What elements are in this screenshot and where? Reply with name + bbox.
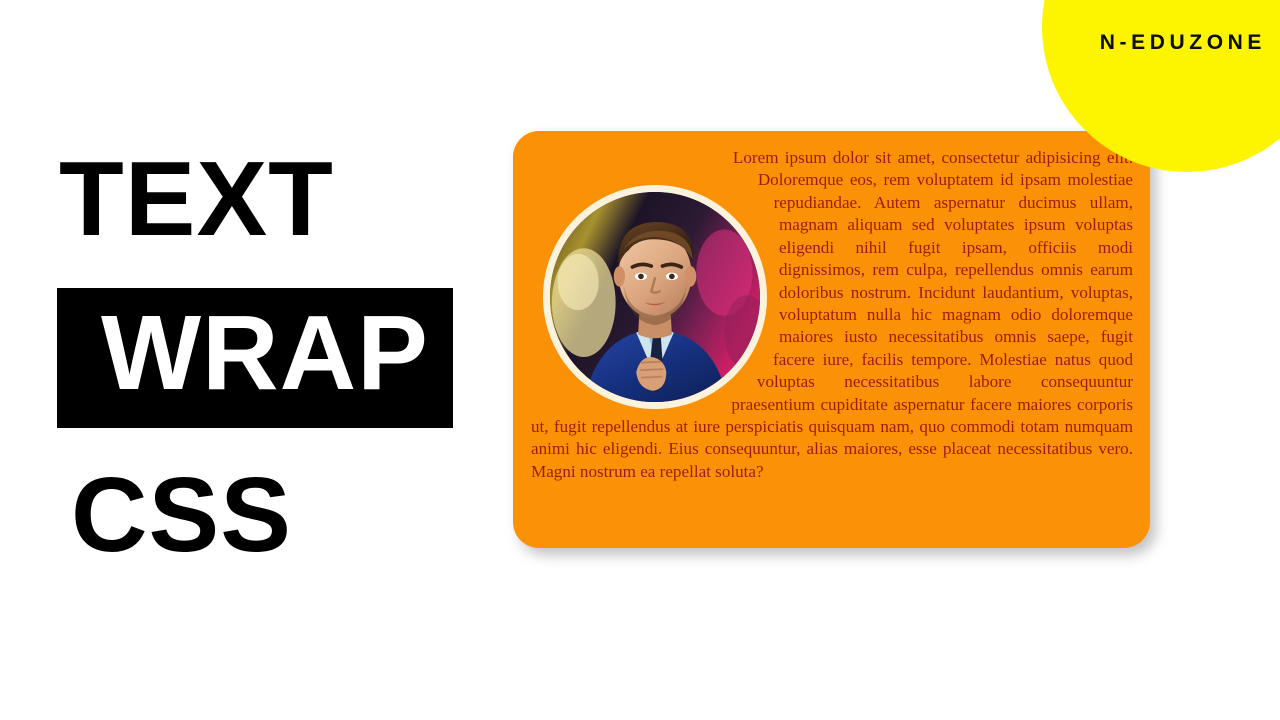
avatar xyxy=(543,185,767,409)
title-line-text: TEXT xyxy=(59,140,334,258)
title-stack: TEXT WRAP CSS xyxy=(57,136,487,568)
title-line-css: CSS xyxy=(71,456,292,574)
slide-canvas: N-EDUZONE TEXT WRAP CSS Lorem ipsum dolo… xyxy=(0,0,1280,720)
portrait-image xyxy=(550,192,760,402)
brand-name: N-EDUZONE xyxy=(1099,31,1266,54)
title-line-wrap-highlighted: WRAP xyxy=(57,288,453,428)
content-card: Lorem ipsum dolor sit amet, consectetur … xyxy=(513,131,1150,548)
